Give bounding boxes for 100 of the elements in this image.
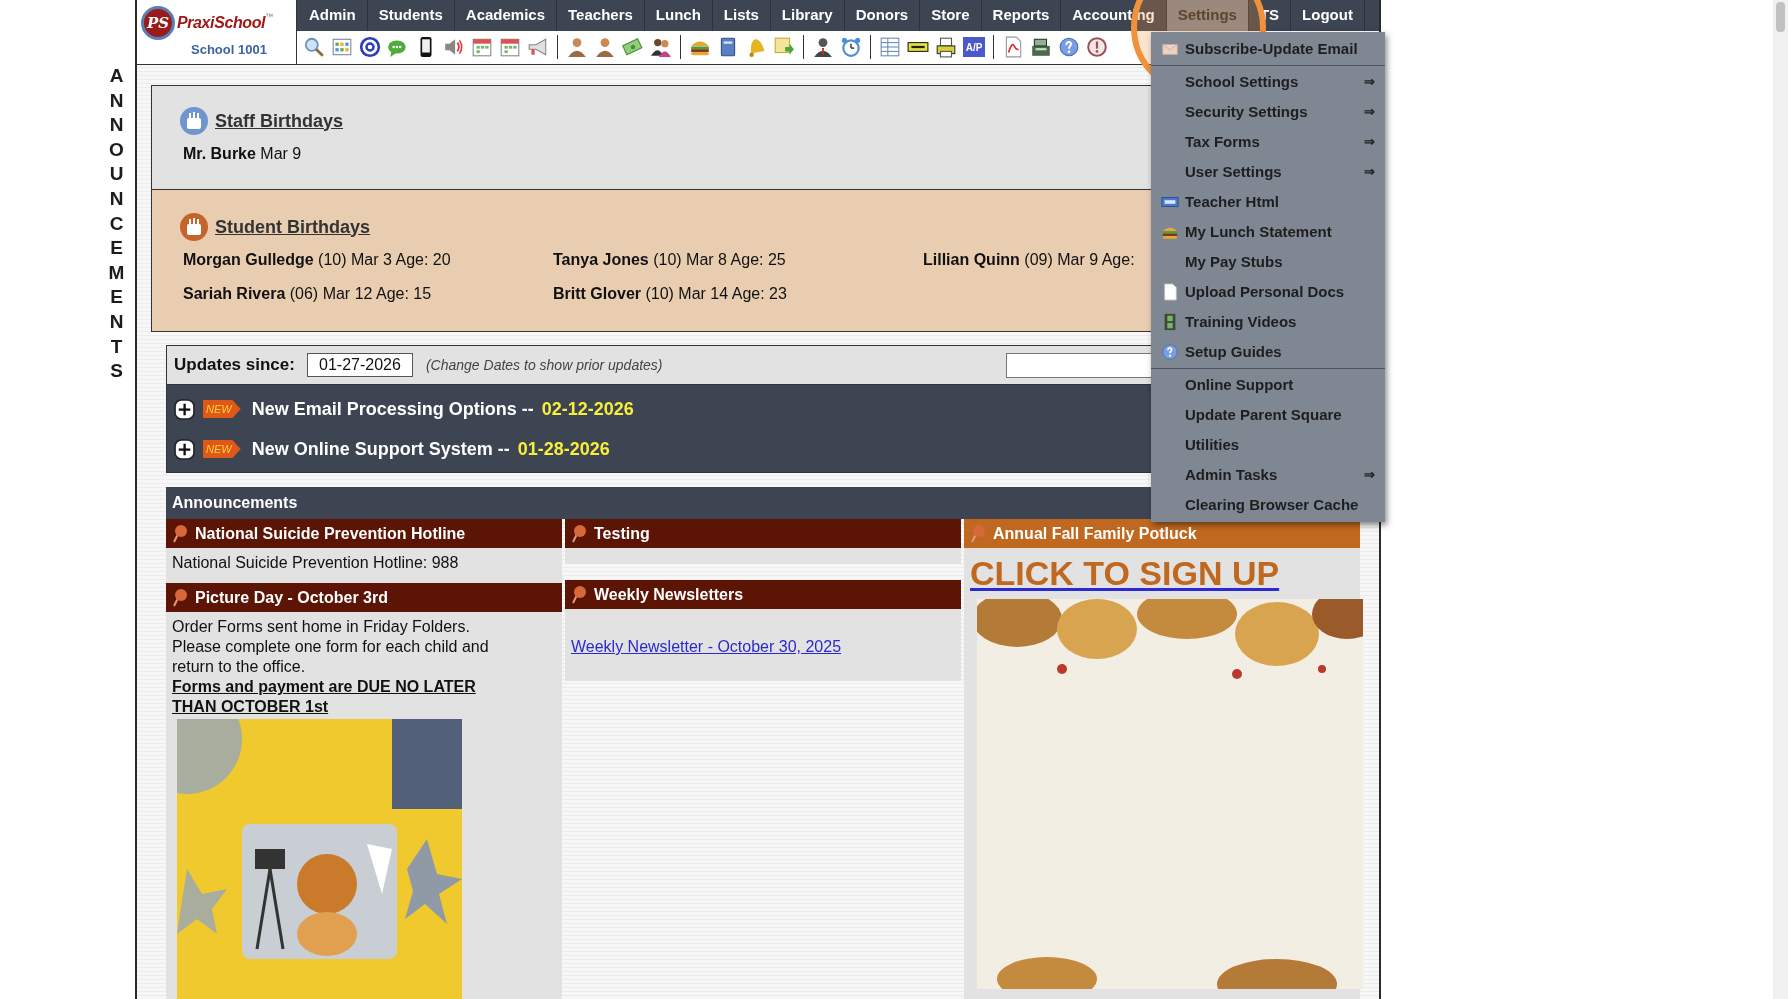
nav-tab[interactable]: Store — [920, 0, 982, 31]
menu-item-label: Admin Tasks — [1185, 464, 1278, 485]
menu-item[interactable]: Online Support — [1151, 370, 1385, 400]
nav-tab[interactable]: Admin — [298, 0, 368, 31]
people-icon[interactable] — [650, 36, 672, 59]
menu-item-label: Teacher Html — [1185, 191, 1279, 212]
panel-title: Testing — [594, 523, 650, 544]
date-hint: (Change Dates to show prior updates) — [425, 355, 663, 375]
logo-emblem-icon: PS — [141, 6, 175, 40]
nav-tab[interactable]: Donors — [844, 0, 921, 31]
ap-toolbar-button[interactable]: A/P — [963, 37, 985, 58]
menu-item[interactable]: Subscribe-Update Email — [1151, 34, 1385, 64]
cake-icon — [179, 212, 209, 242]
nav-tab[interactable]: Logout — [1291, 0, 1365, 31]
staff-birthdays-link[interactable]: Staff Birthdays — [215, 107, 344, 135]
menu-item[interactable]: Security Settings ⇒ — [1151, 97, 1385, 127]
menu-item[interactable]: My Pay Stubs — [1151, 247, 1385, 277]
submenu-arrow: ⇒ — [1364, 73, 1375, 92]
pushpin-icon — [570, 523, 588, 544]
menu-item-label: Online Support — [1185, 374, 1294, 395]
pushpin-icon — [171, 587, 189, 608]
pushpin-icon — [570, 584, 588, 605]
submenu-arrow: ⇒ — [1364, 103, 1375, 122]
student-birthdays-link[interactable]: Student Birthdays — [215, 213, 370, 241]
calendar-icon[interactable] — [471, 36, 493, 59]
panel-text: Please complete one form for each child and return to the office. — [172, 637, 490, 677]
date-field[interactable]: 01-27-2026 — [306, 353, 413, 377]
nav-tab[interactable]: Academics — [454, 0, 558, 31]
new-badge: NEW — [203, 400, 241, 418]
alarm-clock-icon[interactable] — [840, 36, 862, 59]
trademark-mark: ™ — [265, 11, 274, 21]
scrollbar[interactable] — [1773, 0, 1788, 999]
submenu-arrow: ⇒ — [1364, 466, 1375, 485]
menu-item[interactable]: Tax Forms ⇒ — [1151, 127, 1385, 157]
menu-item[interactable]: School Settings ⇒ — [1151, 67, 1385, 97]
nav-tab[interactable]: Students — [367, 0, 455, 31]
nav-tab[interactable]: Lunch — [644, 0, 713, 31]
nav-tab[interactable]: Lists — [712, 0, 771, 31]
menu-item-label: Training Videos — [1185, 311, 1297, 332]
update-date: 02-12-2026 — [541, 397, 634, 421]
vertical-announcements-label: ANNOUNCEMENTS — [107, 64, 126, 384]
menu-item-label: Utilities — [1185, 434, 1240, 455]
newsletter-link[interactable]: Weekly Newsletter - October 30, 2025 — [571, 637, 955, 657]
birthday-entry: Lillian Quinn (09) Mar 9 Age: — [923, 250, 1135, 270]
nav-tab[interactable]: Library — [770, 0, 845, 31]
printer-icon[interactable] — [935, 36, 957, 59]
person-icon[interactable] — [566, 36, 588, 59]
menu-item[interactable]: My Lunch Statement — [1151, 217, 1385, 247]
menu-item[interactable]: Teacher Html — [1151, 187, 1385, 217]
submenu-arrow: ⇒ — [1364, 133, 1375, 152]
submenu-arrow: ⇒ — [1364, 163, 1375, 182]
pushpin-icon — [171, 523, 189, 544]
panel-title: Picture Day - October 3rd — [195, 587, 388, 608]
update-title[interactable]: New Online Support System -- — [251, 435, 510, 463]
panel-title: Annual Fall Family Potluck — [993, 523, 1197, 544]
birthday-entry: Mr. Burke Mar 9 — [183, 144, 302, 164]
expand-icon[interactable] — [174, 438, 195, 460]
menu-item-label: User Settings — [1185, 161, 1282, 182]
menu-item[interactable]: Utilities — [1151, 430, 1385, 460]
menu-item-label: Tax Forms — [1185, 131, 1260, 152]
alert-icon[interactable] — [1086, 36, 1108, 59]
menu-item[interactable]: Upload Personal Docs — [1151, 277, 1385, 307]
due-date-link[interactable]: Forms and payment are DUE NO LATER THAN OCTOBER 1st — [172, 677, 502, 717]
menu-item[interactable]: User Settings ⇒ — [1151, 157, 1385, 187]
birthday-entry: Tanya Jones (10) Mar 8 Age: 25 — [553, 250, 786, 270]
ring-icon[interactable] — [359, 36, 381, 59]
menu-item-label: My Lunch Statement — [1185, 221, 1332, 242]
nav-tab[interactable]: Teachers — [557, 0, 645, 31]
menu-item-label: Security Settings — [1185, 101, 1308, 122]
menu-item-label: School Settings — [1185, 71, 1299, 92]
logo-text: PraxiSchool — [177, 14, 266, 33]
person-icon[interactable] — [594, 36, 616, 59]
menu-item[interactable]: Setup Guides — [1151, 337, 1385, 367]
menu-item[interactable]: Update Parent Square — [1151, 400, 1385, 430]
update-title[interactable]: New Email Processing Options -- — [251, 395, 534, 423]
menu-item-label: Setup Guides — [1185, 341, 1282, 362]
menu-item-label: Clearing Browser Cache — [1185, 494, 1359, 515]
birthday-entry: Morgan Gulledge (10) Mar 3 Age: 20 — [183, 250, 451, 270]
panel-title: Weekly Newsletters — [594, 584, 744, 605]
updates-since-label: Updates since: — [174, 354, 295, 377]
school-name: School 1001 — [191, 41, 267, 59]
menu-item[interactable]: Admin Tasks ⇒ — [1151, 460, 1385, 490]
search-icon[interactable] — [303, 36, 325, 59]
panel-title: National Suicide Prevention Hotline — [195, 523, 466, 544]
new-badge: NEW — [203, 440, 241, 458]
help-icon[interactable] — [1058, 36, 1080, 59]
nav-tab[interactable]: Reports — [981, 0, 1062, 31]
pushpin-icon — [969, 523, 987, 544]
help-icon[interactable] — [1161, 343, 1179, 361]
table-icon[interactable] — [879, 36, 901, 59]
cash-register-icon[interactable] — [1030, 36, 1052, 59]
panel-text: National Suicide Prevention Hotline: 988 — [172, 553, 460, 573]
panel-text: Order Forms sent home in Friday Folders. — [172, 617, 471, 637]
page-icon[interactable] — [1161, 283, 1179, 301]
menu-item-label: Subscribe-Update Email — [1185, 38, 1358, 59]
expand-icon[interactable] — [174, 398, 195, 420]
calendar-icon[interactable] — [499, 36, 521, 59]
birthday-entry: Sariah Rivera (06) Mar 12 Age: 15 — [183, 284, 432, 304]
menu-item[interactable]: Training Videos — [1151, 307, 1385, 337]
person-icon[interactable] — [812, 36, 834, 59]
